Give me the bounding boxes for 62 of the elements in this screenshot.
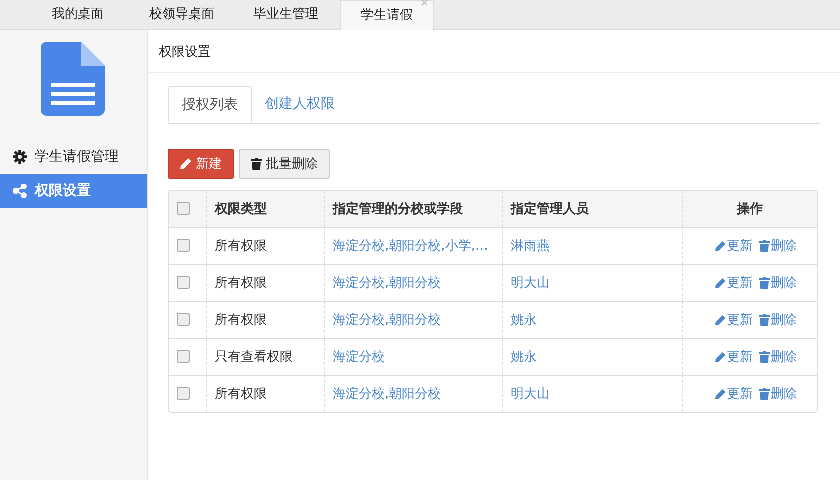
pencil-icon [714,314,726,326]
checkbox[interactable] [177,313,190,326]
tab[interactable]: 创建人权限 [252,86,348,123]
pencil-icon [714,352,726,362]
page-title: 权限设置 [148,30,840,73]
delete-link[interactable]: 删除 [759,348,798,366]
close-icon[interactable]: × [420,0,429,14]
checkbox[interactable] [177,276,190,290]
table-cell: 海淀分校,朝阳分校,小学,… [324,227,502,264]
pencil-icon [714,388,726,400]
table-cell: 淋雨燕 [502,227,682,264]
pencil-icon [180,158,192,170]
column-header: 指定管理的分校或学段 [324,191,502,227]
checkbox[interactable] [177,387,190,400]
checkbox[interactable] [177,239,190,252]
trash-icon [759,350,770,362]
update-link[interactable]: 更新 [714,348,753,366]
column-header: 权限类型 [206,191,324,227]
update-link[interactable]: 更新 [714,237,753,255]
delete-link[interactable]: 删除 [759,236,798,254]
table-cell: 所有权限 [206,301,324,338]
delete-link[interactable]: 删除 [759,274,798,292]
table-cell: 所有权限 [206,264,324,301]
table-cell: 海淀分校,朝阳分校 [324,301,502,338]
table-cell: 海淀分校,朝阳分校 [324,375,502,412]
pencil-icon [714,240,726,252]
settings-icon [13,150,27,164]
trash-icon [759,388,770,400]
update-link[interactable]: 更新 [714,385,753,403]
table-cell: 海淀分校 [324,338,502,375]
table-cell: 所有权限 [206,227,324,264]
page-tab[interactable]: 我的桌面 [28,0,128,30]
page-tab[interactable]: 校领导桌面 [132,0,232,30]
trash-icon [759,314,770,326]
checkbox[interactable] [177,350,190,364]
pencil-icon [714,278,726,288]
batch-delete-button[interactable]: 批量删除 [239,149,330,179]
table-cell: 姚永 [502,301,682,338]
table-cell: 明大山 [502,375,682,412]
column-header: 指定管理人员 [502,191,682,227]
table-cell: 姚永 [502,338,682,375]
checkbox[interactable] [177,202,190,216]
column-header: 操作 [682,191,817,227]
document-icon [41,42,105,116]
delete-link[interactable]: 删除 [759,310,798,328]
update-link[interactable]: 更新 [714,311,753,329]
trash-icon [759,240,770,252]
tab[interactable]: 授权列表 [168,86,252,123]
table-cell: 只有查看权限 [206,338,324,375]
table-cell: 海淀分校,朝阳分校 [324,264,502,301]
update-link[interactable]: 更新 [714,274,753,292]
trash-icon [759,276,770,288]
trash-icon [251,158,262,170]
new-button[interactable]: 新建 [168,149,234,179]
delete-link[interactable]: 删除 [759,384,798,402]
table-cell: 所有权限 [206,375,324,412]
share-icon [13,184,27,198]
sidebar-item[interactable]: 权限设置 [0,174,147,208]
table-cell: 明大山 [502,264,682,301]
sidebar-item[interactable]: 学生请假管理 [0,140,147,174]
page-tab[interactable]: 学生请假 × [340,0,434,30]
page-tab[interactable]: 毕业生管理 [236,0,336,30]
